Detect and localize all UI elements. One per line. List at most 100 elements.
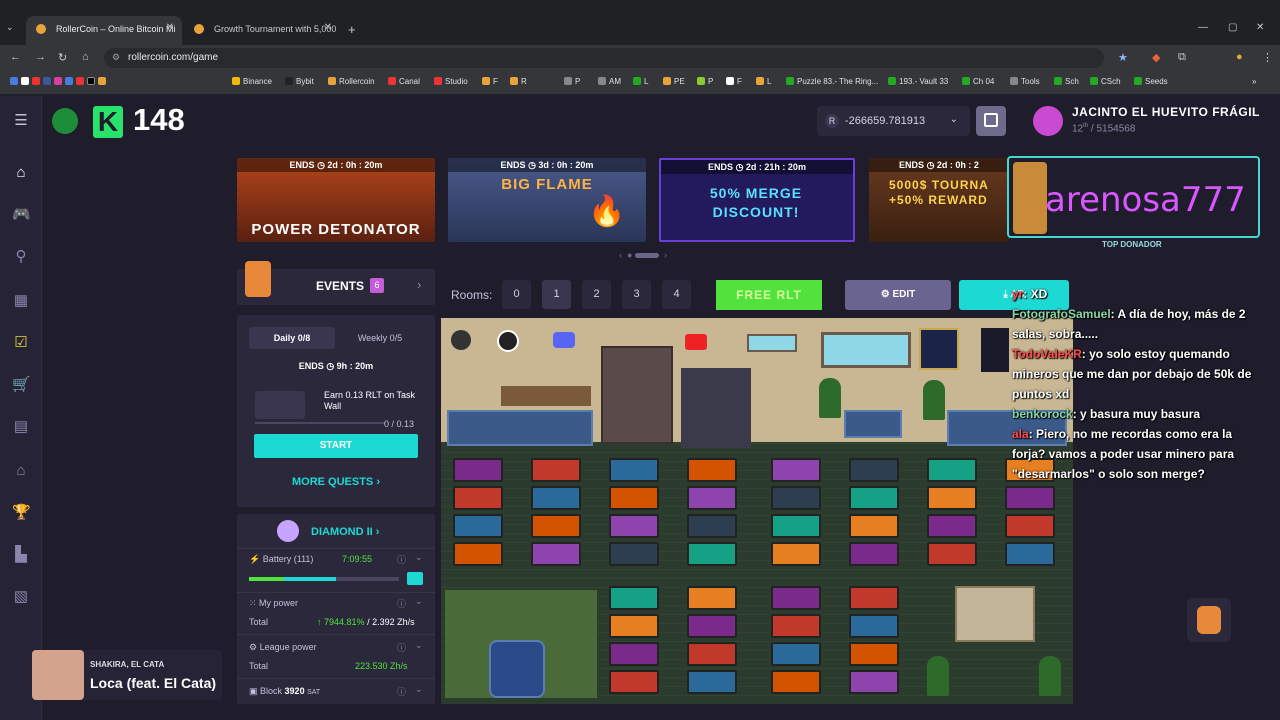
bookmark-l2[interactable]: L — [756, 77, 771, 86]
hamster-helper-button[interactable] — [1187, 598, 1231, 642]
miner-rack[interactable] — [927, 458, 977, 482]
home-nav-icon[interactable]: ⌂ — [12, 164, 30, 182]
news-nav-icon[interactable]: ▧ — [12, 588, 30, 606]
maximize-icon[interactable]: ▢ — [1228, 22, 1237, 33]
miner-rack[interactable] — [771, 614, 821, 638]
miner-rack[interactable] — [927, 486, 977, 510]
bookmark-ch04[interactable]: Ch 04 — [962, 77, 994, 86]
bookmark-sch[interactable]: Sch — [1054, 77, 1079, 86]
balance-selector[interactable]: R -266659.781913 ⌄ — [817, 106, 970, 136]
more-bookmarks-icon[interactable]: » — [1252, 77, 1256, 86]
bookmark-pe[interactable]: PE — [663, 77, 685, 86]
tab-weekly[interactable]: Weekly 0/5 — [337, 327, 423, 349]
room-4-button[interactable]: 4 — [662, 280, 691, 309]
banner-power-detonator[interactable]: ENDS ◷ 2d : 0h : 20m POWER DETONATOR — [237, 158, 435, 242]
miner-rack[interactable] — [771, 670, 821, 694]
miner-rack[interactable] — [609, 642, 659, 666]
extension-icon[interactable]: ◆ — [1152, 51, 1160, 64]
miner-rack[interactable] — [687, 642, 737, 666]
miner-rack[interactable] — [771, 642, 821, 666]
youtube-icon[interactable] — [685, 334, 707, 350]
frog-avatar-icon[interactable] — [52, 108, 78, 134]
free-rlt-button[interactable]: FREE RLT — [716, 280, 822, 310]
miner-rack[interactable] — [771, 542, 821, 566]
chevron-down-icon[interactable]: ⌄ — [415, 552, 423, 563]
miner-rack[interactable] — [687, 614, 737, 638]
shop-nav-icon[interactable]: ⌂ — [12, 462, 30, 480]
miner-rack[interactable] — [609, 514, 659, 538]
bookmark-binance[interactable]: Binance — [232, 77, 272, 86]
bookmark-seeds[interactable]: Seeds — [1134, 77, 1168, 86]
back-icon[interactable]: ← — [10, 51, 21, 63]
bookmark-l[interactable]: L — [633, 77, 648, 86]
edit-room-button[interactable]: ⚙ EDIT — [845, 280, 951, 310]
close-tab-icon[interactable]: ✕ — [166, 22, 174, 33]
bookmark-am[interactable]: AM — [598, 77, 621, 86]
miner-rack[interactable] — [687, 542, 737, 566]
miner-rack[interactable] — [609, 614, 659, 638]
info-icon[interactable]: ⓘ — [397, 597, 406, 610]
banner-merge-discount[interactable]: ENDS ◷ 2d : 21h : 20m 50% MERGE DISCOUNT… — [659, 158, 855, 242]
room-3-button[interactable]: 3 — [622, 280, 651, 309]
x-social-icon[interactable] — [451, 330, 471, 350]
info-icon[interactable]: ⓘ — [397, 553, 406, 566]
miner-rack[interactable] — [849, 614, 899, 638]
miner-rack[interactable] — [849, 458, 899, 482]
browser-menu-icon[interactable]: ⋮ — [1262, 51, 1273, 64]
miner-rack[interactable] — [849, 642, 899, 666]
bookmark-vault-33[interactable]: 193.- Vault 33 — [888, 77, 948, 86]
home-icon[interactable]: ⌂ — [82, 51, 89, 63]
extensions-puzzle-icon[interactable]: ⧉ — [1178, 51, 1186, 64]
chevron-down-icon[interactable]: ⌄ — [415, 684, 423, 695]
miner-rack[interactable] — [771, 586, 821, 610]
tasks-nav-icon[interactable]: ☑ — [12, 334, 30, 352]
window-close-icon[interactable]: ✕ — [1256, 22, 1264, 33]
site-info-icon[interactable]: ⚙ — [112, 52, 120, 63]
miner-rack[interactable] — [849, 670, 899, 694]
tab-growth-tournament[interactable]: Growth Tournament with 5,000 ✕ — [184, 16, 340, 45]
miner-rack[interactable] — [771, 458, 821, 482]
miner-rack[interactable] — [453, 486, 503, 510]
miner-rack[interactable] — [1005, 542, 1055, 566]
chevron-down-icon[interactable]: ⌄ — [415, 596, 423, 607]
discord-icon[interactable] — [553, 332, 575, 348]
bookmark-tools[interactable]: Tools — [1010, 77, 1040, 86]
bookmark-csch[interactable]: CSch — [1090, 77, 1121, 86]
game-room[interactable] — [441, 318, 1073, 704]
room-1-button[interactable]: 1 — [542, 280, 571, 309]
info-icon[interactable]: ⓘ — [397, 641, 406, 654]
bookmark-studio[interactable]: Studio — [434, 77, 468, 86]
miner-rack[interactable] — [927, 542, 977, 566]
miner-rack[interactable] — [849, 542, 899, 566]
miner-rack[interactable] — [609, 586, 659, 610]
miner-rack[interactable] — [609, 542, 659, 566]
miner-rack[interactable] — [453, 542, 503, 566]
room-2-button[interactable]: 2 — [582, 280, 611, 309]
bookmark-p-folder[interactable]: P — [564, 77, 580, 86]
menu-icon[interactable]: ☰ — [12, 112, 30, 130]
user-avatar[interactable] — [1033, 106, 1063, 136]
miner-rack[interactable] — [849, 586, 899, 610]
bookmark-r[interactable]: R — [510, 77, 527, 86]
more-quests-link[interactable]: MORE QUESTS › — [237, 476, 435, 488]
bookmark-canal[interactable]: Canal — [388, 77, 420, 86]
battery-charge-icon[interactable] — [407, 572, 423, 585]
miner-rack[interactable] — [609, 458, 659, 482]
room-0-button[interactable]: 0 — [502, 280, 531, 309]
miner-rack[interactable] — [531, 486, 581, 510]
miner-rack[interactable] — [1005, 486, 1055, 510]
miner-rack[interactable] — [771, 514, 821, 538]
banner-tournament[interactable]: ENDS ◷ 2d : 0h : 2 5000$ TOURNA +50% REW… — [869, 158, 1009, 242]
new-tab-icon[interactable]: + — [348, 22, 356, 37]
bookmark-f[interactable]: F — [482, 77, 498, 86]
reload-icon[interactable]: ↻ — [58, 51, 67, 64]
bookmark-puzzle-83[interactable]: Puzzle 83.- The Ring... — [786, 77, 878, 86]
miner-rack[interactable] — [531, 458, 581, 482]
trophy-nav-icon[interactable]: 🏆 — [12, 504, 31, 522]
close-tab-icon[interactable]: ✕ — [324, 22, 332, 33]
bookmark-bybit[interactable]: Bybit — [285, 77, 314, 86]
miner-rack[interactable] — [687, 514, 737, 538]
bookmark-star-icon[interactable]: ★ — [1118, 51, 1128, 64]
url-field[interactable]: ⚙ rollercoin.com/game — [104, 48, 1104, 68]
bookmark-f2[interactable]: F — [726, 77, 742, 86]
